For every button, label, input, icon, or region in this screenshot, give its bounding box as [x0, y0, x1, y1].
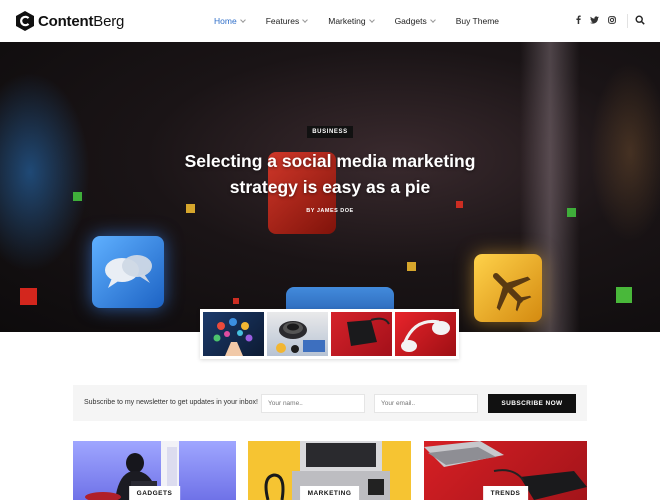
- subscribe-button[interactable]: SUBSCRIBE NOW: [488, 394, 576, 413]
- hero-particle: [407, 262, 416, 271]
- logo-text: ContentBerg: [38, 13, 124, 30]
- hero-particle: [567, 208, 576, 217]
- slider-thumbnails: [200, 309, 459, 359]
- chevron-down-icon: [239, 16, 246, 23]
- slider-thumbnail[interactable]: [331, 312, 392, 356]
- nav-item-label: Features: [265, 16, 300, 26]
- camera-lens-thumbnail-image: [276, 321, 325, 353]
- slider-thumbnail[interactable]: [203, 312, 264, 356]
- category-badge[interactable]: BUSINESS: [307, 126, 353, 138]
- hero-glow: [590, 62, 660, 242]
- hero-glow: [0, 72, 90, 272]
- social-icons-thumbnail-image: [213, 318, 253, 356]
- nav-item-label: Marketing: [328, 16, 366, 26]
- facebook-icon[interactable]: [576, 15, 581, 24]
- site-logo[interactable]: ContentBerg: [16, 11, 124, 31]
- nav-item-label: Buy Theme: [455, 16, 500, 26]
- nav-item-features[interactable]: Features: [265, 16, 309, 26]
- chevron-down-icon: [302, 16, 309, 23]
- twitter-icon[interactable]: [590, 15, 599, 24]
- nav-item-home[interactable]: Home: [214, 16, 246, 26]
- hero-particle: [73, 192, 82, 201]
- nav-item-label: Home: [214, 16, 237, 26]
- nav-item-gadgets[interactable]: Gadgets: [394, 16, 436, 26]
- hero-content: BUSINESS Selecting a social media market…: [180, 120, 480, 214]
- hero-title[interactable]: Selecting a social media marketing strat…: [180, 148, 480, 200]
- newsletter-bar: Subscribe to my newsletter to get update…: [73, 385, 587, 421]
- hero-chat-tile: [92, 236, 164, 308]
- category-card-trends[interactable]: TRENDS: [424, 441, 587, 500]
- slider-thumbnail[interactable]: [267, 312, 328, 356]
- logo-hexagon-icon: [16, 11, 34, 31]
- main-nav: Home Features Marketing Gadgets Buy Them…: [214, 0, 520, 42]
- hero-author[interactable]: BY JAMES DOE: [180, 208, 480, 214]
- category-card-marketing[interactable]: MARKETING: [248, 441, 411, 500]
- logo-text-bold: Content: [38, 12, 94, 30]
- hero-particle: [616, 287, 632, 303]
- hero-airplane-tile: [474, 254, 542, 322]
- hero-particle: [233, 298, 239, 304]
- newsletter-name-input[interactable]: [261, 394, 365, 413]
- nav-item-buy-theme[interactable]: Buy Theme: [456, 16, 499, 26]
- card-category-label[interactable]: MARKETING: [299, 486, 360, 500]
- instagram-icon[interactable]: [608, 15, 616, 24]
- chat-bubbles-icon: [105, 255, 152, 288]
- slider-thumbnail[interactable]: [395, 312, 456, 356]
- header-divider: [627, 14, 628, 28]
- newsletter-text: Subscribe to my newsletter to get update…: [84, 399, 258, 406]
- hero-banner[interactable]: BUSINESS Selecting a social media market…: [0, 42, 660, 332]
- card-category-label[interactable]: TRENDS: [482, 486, 529, 500]
- search-icon[interactable]: [635, 15, 645, 25]
- social-links: [576, 15, 616, 24]
- site-header: ContentBerg Home Features Marketing Gadg…: [0, 0, 660, 42]
- nav-item-label: Gadgets: [394, 16, 427, 26]
- hero-particle: [20, 288, 37, 305]
- airplane-icon: [492, 272, 532, 312]
- chevron-down-icon: [368, 16, 375, 23]
- logo-text-light: Berg: [93, 12, 125, 30]
- nav-item-marketing[interactable]: Marketing: [328, 16, 375, 26]
- card-category-label[interactable]: GADGETS: [128, 486, 181, 500]
- category-card-gadgets[interactable]: GADGETS: [73, 441, 236, 500]
- newsletter-email-input[interactable]: [374, 394, 478, 413]
- hard-drive-thumbnail-image: [347, 317, 390, 346]
- chevron-down-icon: [429, 16, 436, 23]
- headphones-thumbnail-image: [401, 319, 450, 352]
